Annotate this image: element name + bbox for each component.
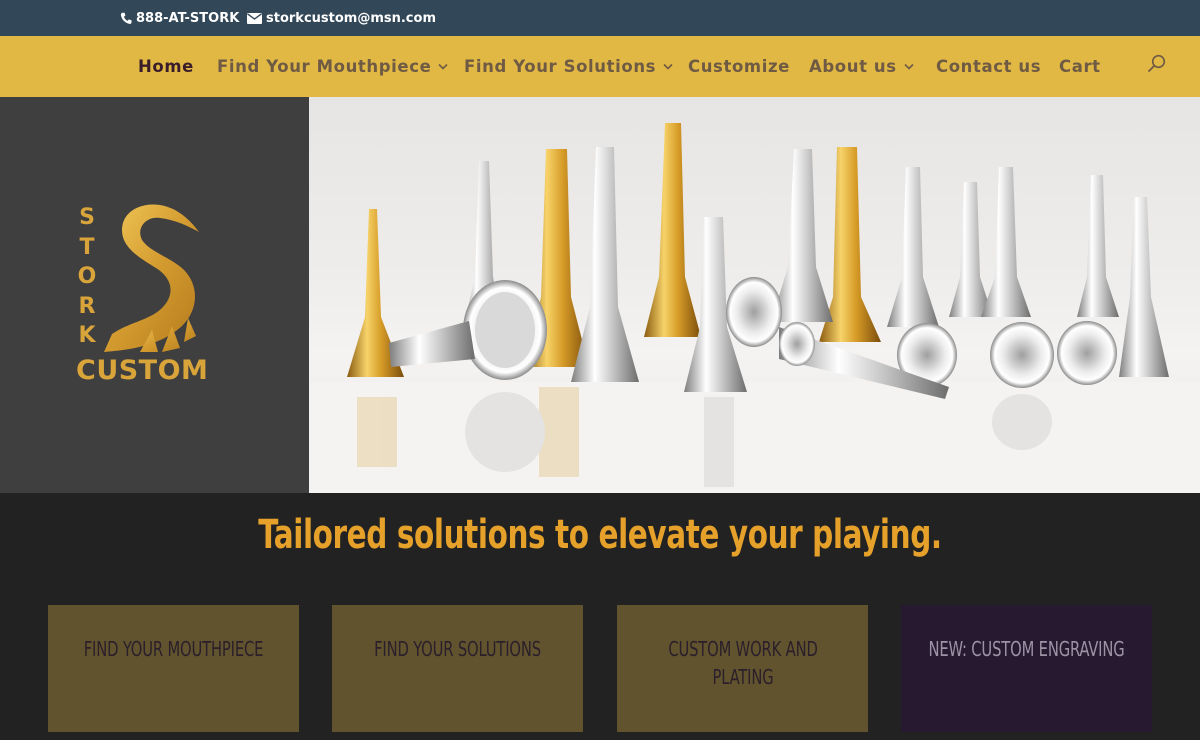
card-find-your-solutions[interactable]: FIND YOUR SOLUTIONS bbox=[332, 605, 583, 732]
card-custom-work-and-plating-label: CUSTOM WORK AND PLATING bbox=[667, 637, 818, 689]
phone-icon bbox=[120, 12, 132, 24]
chevron-down-icon bbox=[904, 63, 914, 70]
card-find-your-mouthpiece[interactable]: FIND YOUR MOUTHPIECE bbox=[48, 605, 299, 732]
chevron-down-icon bbox=[438, 63, 448, 70]
nav-about-us[interactable]: About us bbox=[809, 36, 914, 97]
logo-panel: S T O R K CUSTOM bbox=[0, 97, 309, 493]
search-icon bbox=[1148, 54, 1166, 72]
nav-find-your-solutions[interactable]: Find Your Solutions bbox=[464, 36, 673, 97]
card-new-custom-engraving-label: NEW: CUSTOM ENGRAVING bbox=[928, 637, 1125, 661]
nav-find-your-solutions-label: Find Your Solutions bbox=[464, 57, 657, 76]
card-custom-work-and-plating[interactable]: CUSTOM WORK AND PLATING bbox=[617, 605, 868, 732]
nav-cart[interactable]: Cart bbox=[1059, 36, 1101, 97]
stork-custom-logo[interactable]: S T O R K CUSTOM bbox=[70, 197, 215, 397]
hero-tagline: Tailored solutions to elevate your playi… bbox=[258, 512, 942, 558]
nav-home-label: Home bbox=[138, 57, 194, 76]
card-new-custom-engraving[interactable]: NEW: CUSTOM ENGRAVING bbox=[901, 605, 1152, 732]
chevron-down-icon bbox=[663, 63, 673, 70]
card-find-your-solutions-label: FIND YOUR SOLUTIONS bbox=[374, 637, 541, 661]
hero-section: S T O R K CUSTOM bbox=[0, 97, 1200, 493]
mouthpieces-photo bbox=[309, 123, 1200, 493]
nav-find-your-mouthpiece-label: Find Your Mouthpiece bbox=[217, 57, 432, 76]
logo-custom-word: CUSTOM bbox=[76, 355, 209, 386]
nav-contact-us[interactable]: Contact us bbox=[936, 36, 1041, 97]
nav-customize-label: Customize bbox=[688, 57, 790, 76]
envelope-icon bbox=[247, 12, 262, 24]
logo-stork-letters: S T O R K bbox=[77, 205, 97, 348]
card-find-your-mouthpiece-label: FIND YOUR MOUTHPIECE bbox=[83, 637, 264, 661]
phone-link[interactable]: 888-AT-STORK bbox=[120, 0, 239, 36]
nav-home[interactable]: Home bbox=[138, 36, 194, 97]
main-navigation: Home Find Your Mouthpiece Find Your Solu… bbox=[0, 36, 1200, 97]
phone-number: 888-AT-STORK bbox=[136, 10, 240, 26]
nav-about-us-label: About us bbox=[809, 57, 897, 76]
email-link[interactable]: storkcustom@msn.com bbox=[247, 0, 436, 36]
nav-find-your-mouthpiece[interactable]: Find Your Mouthpiece bbox=[217, 36, 448, 97]
email-address: storkcustom@msn.com bbox=[266, 10, 436, 26]
stork-bird-icon bbox=[104, 204, 199, 352]
hero-mouthpieces-image bbox=[309, 97, 1200, 493]
nav-cart-label: Cart bbox=[1059, 57, 1101, 76]
nav-customize[interactable]: Customize bbox=[688, 36, 790, 97]
top-contact-bar: 888-AT-STORK storkcustom@msn.com bbox=[0, 0, 1200, 36]
search-button[interactable] bbox=[1146, 53, 1168, 75]
nav-contact-us-label: Contact us bbox=[936, 57, 1042, 76]
